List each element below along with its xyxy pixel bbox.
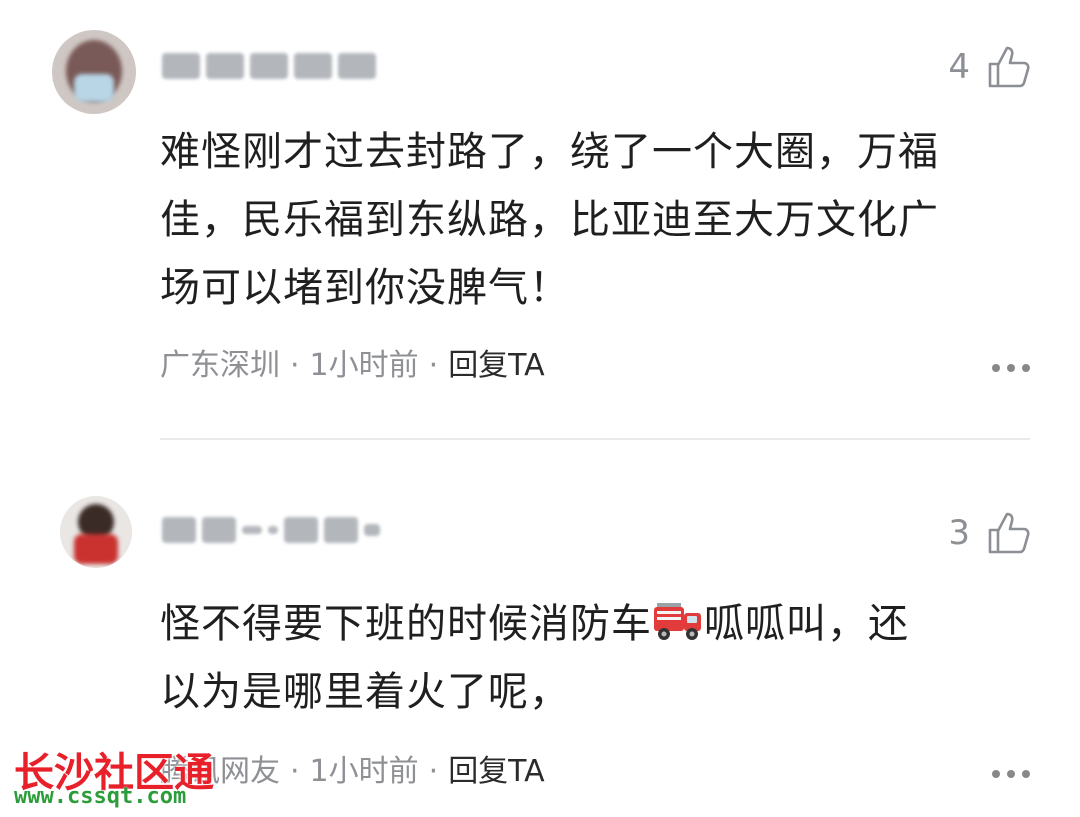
comment-meta: 腾讯网友 · 1小时前 · 回复TA [160,754,545,790]
avatar[interactable] [60,496,132,568]
more-dots-icon[interactable] [992,364,1030,372]
comment-text-line: 难怪刚才过去封路了，绕了一个大圈，万福 [160,129,939,175]
thumbs-up-icon [988,512,1030,554]
username-blurred[interactable] [162,514,380,546]
avatar[interactable] [52,30,136,114]
comment-text-line: 以为是哪里着火了呢， [160,669,570,715]
more-dots-icon[interactable] [992,770,1030,778]
comment-text-segment: 怪不得要下班的时候消防车 [160,601,652,647]
thumbs-up-icon [988,46,1030,88]
divider [160,438,1030,440]
watermark-url: www.cssqt.com [14,784,187,809]
location-label: 广东深圳 [160,348,280,383]
username-blurred[interactable] [162,50,376,82]
separator: · [290,348,300,383]
comment-text-line: 佳，民乐福到东纵路，比亚迪至大万文化广 [160,197,939,243]
comment-text: 怪不得要下班的时候消防车 呱呱叫，还 以为是哪里着火了呢， [160,590,1040,726]
comment-text-line: 场可以堵到你没脾气！ [160,265,570,311]
comment-text-segment: 呱呱叫，还 [704,601,909,647]
like-count: 4 [948,47,970,87]
timestamp: 1小时前 [309,754,419,789]
comment-meta: 广东深圳 · 1小时前 · 回复TA [160,348,545,384]
reply-button[interactable]: 回复TA [448,348,545,384]
timestamp: 1小时前 [309,348,419,383]
comment-text: 难怪刚才过去封路了，绕了一个大圈，万福 佳，民乐福到东纵路，比亚迪至大万文化广 … [160,118,1040,322]
fire-truck-emoji [654,603,701,640]
reply-button[interactable]: 回复TA [448,754,545,790]
like-button[interactable]: 4 [948,42,1034,92]
comment-text-line: 怪不得要下班的时候消防车 呱呱叫，还 [160,590,1040,658]
like-button[interactable]: 3 [948,508,1034,558]
separator: · [290,754,300,789]
like-count: 3 [948,513,970,553]
separator: · [428,348,439,383]
separator: · [428,754,439,789]
